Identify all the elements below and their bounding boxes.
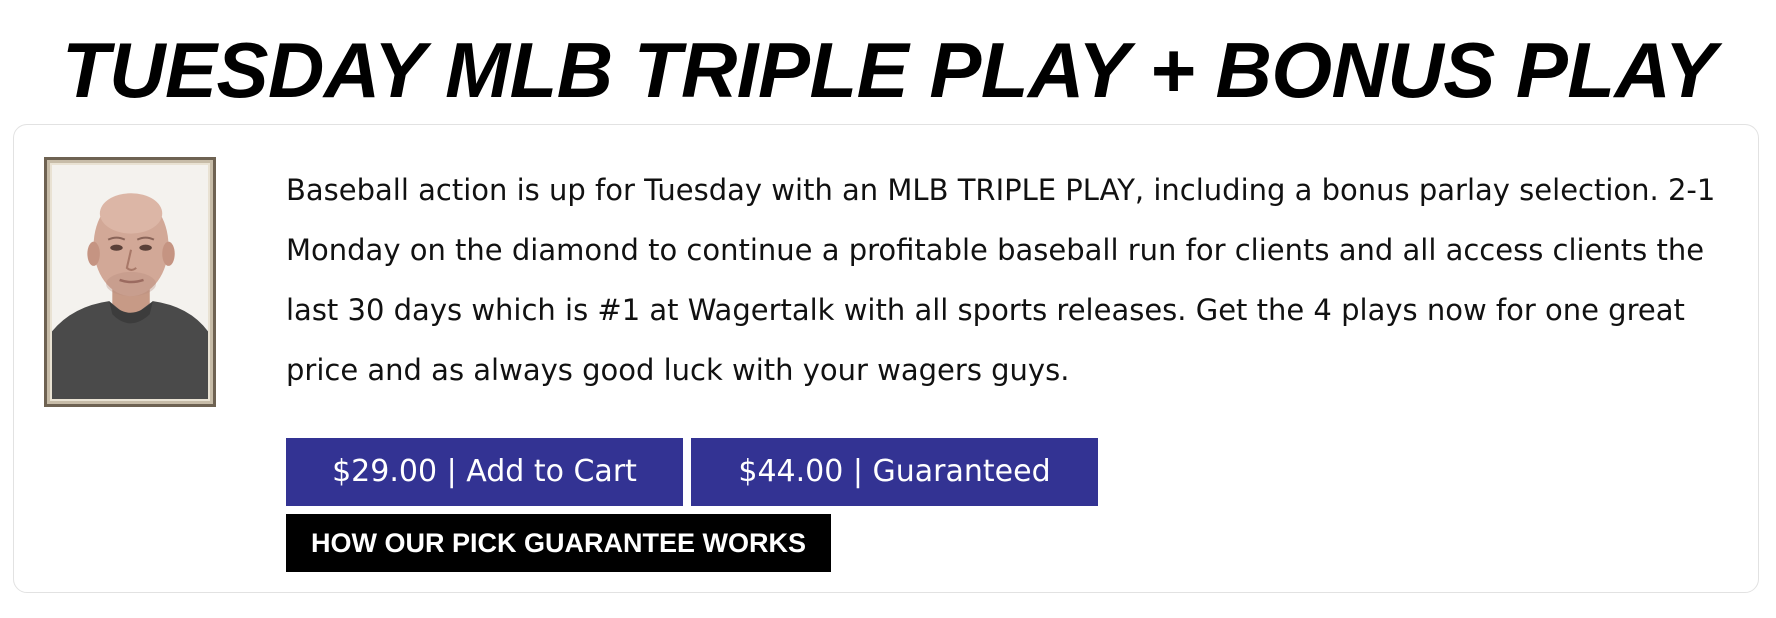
guaranteed-button[interactable]: $44.00 | Guaranteed (691, 438, 1098, 506)
pick-card: Baseball action is up for Tuesday with a… (13, 124, 1759, 593)
pick-description: Baseball action is up for Tuesday with a… (286, 173, 1716, 387)
add-to-cart-button[interactable]: $29.00 | Add to Cart (286, 438, 683, 506)
purchase-buttons: $29.00 | Add to Cart $44.00 | Guaranteed (286, 438, 1098, 506)
handicapper-photo-image (50, 163, 210, 401)
pick-guarantee-info-button[interactable]: HOW OUR PICK GUARANTEE WORKS (286, 514, 831, 572)
handicapper-photo (44, 157, 216, 407)
page-title: TUESDAY MLB TRIPLE PLAY + BONUS PLAY (62, 26, 1717, 114)
handicapper-portrait-graphic (52, 165, 208, 399)
